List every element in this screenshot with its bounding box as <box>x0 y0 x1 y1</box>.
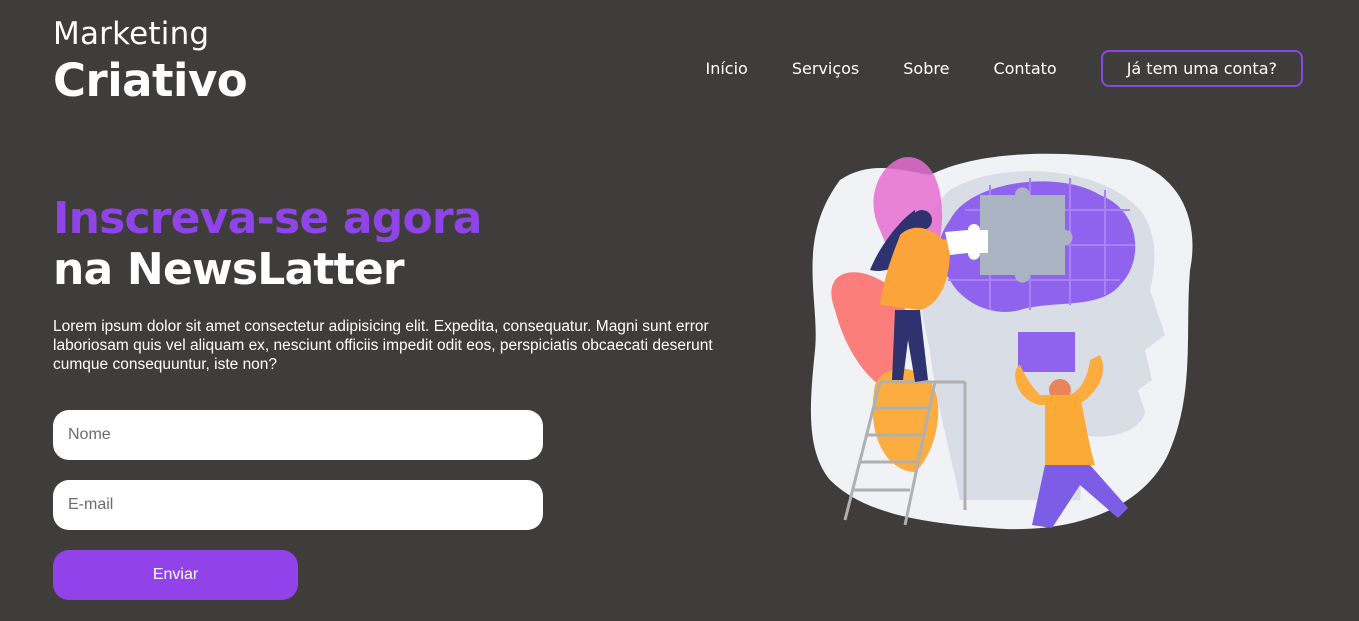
hero-section: Inscreva-se agora na NewsLatter Lorem ip… <box>53 193 753 374</box>
hero-title: na NewsLatter <box>53 244 405 295</box>
account-button[interactable]: Já tem uma conta? <box>1100 50 1303 87</box>
nav-link-servicos[interactable]: Serviços <box>792 50 859 87</box>
name-field[interactable] <box>53 410 543 460</box>
logo-line-2: Criativo <box>53 54 248 107</box>
hero-title-highlight: Inscreva-se agora <box>53 193 483 244</box>
main-nav: Início Serviços Sobre Contato Já tem uma… <box>706 50 1303 87</box>
hero-description: Lorem ipsum dolor sit amet consectetur a… <box>53 318 713 373</box>
puzzle-head-illustration <box>810 153 1193 530</box>
submit-button[interactable]: Enviar <box>53 550 298 600</box>
logo[interactable]: Marketing Criativo <box>53 14 248 108</box>
nav-link-inicio[interactable]: Início <box>706 50 748 87</box>
nav-link-contato[interactable]: Contato <box>993 50 1056 87</box>
logo-line-1: Marketing <box>53 16 210 52</box>
email-field[interactable] <box>53 480 543 530</box>
nav-link-sobre[interactable]: Sobre <box>903 50 949 87</box>
